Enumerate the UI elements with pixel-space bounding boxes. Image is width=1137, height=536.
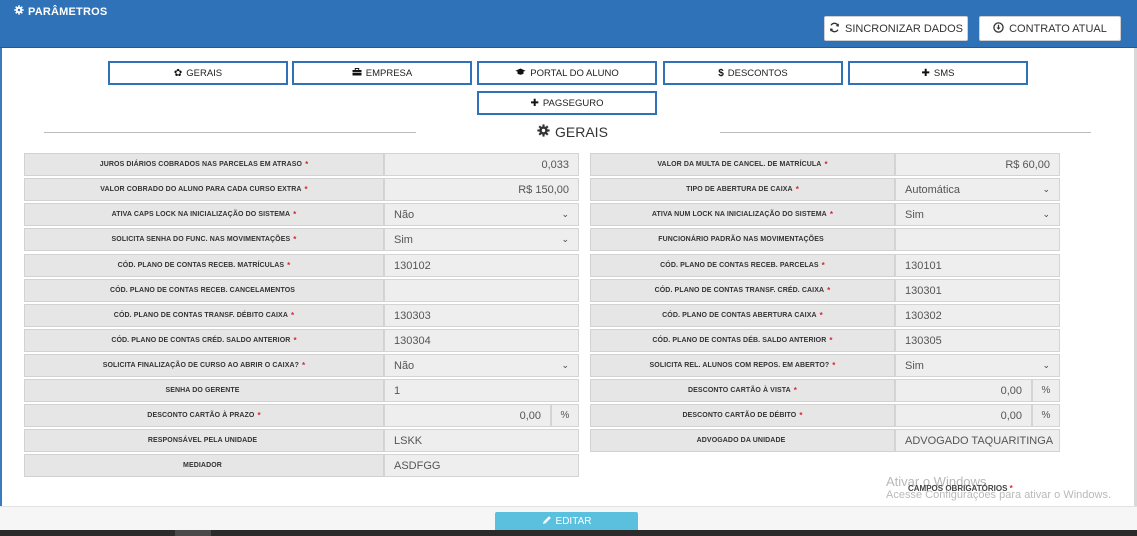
- default-employee-input[interactable]: [895, 228, 1060, 251]
- percent-addon: %: [551, 404, 579, 427]
- course-finalization-select[interactable]: Não ⌄: [384, 354, 579, 377]
- chevron-down-icon: ⌄: [1042, 184, 1050, 194]
- section-divider-right: [720, 132, 1091, 133]
- field-label: VALOR DA MULTA DE CANCEL. DE MATRÍCULA *: [590, 153, 895, 176]
- tab-label: GERAIS: [186, 67, 223, 79]
- frame-edge-left: [0, 48, 2, 506]
- cancellation-account-code-input[interactable]: [384, 279, 579, 302]
- current-contract-label: CONTRATO ATUAL: [1009, 22, 1107, 35]
- tab-portal-do-aluno[interactable]: PORTAL DO ALUNO: [477, 61, 657, 85]
- employee-password-select[interactable]: Sim ⌄: [384, 228, 579, 251]
- header-bar: PARÂMETROS SINCRONIZAR DADOS CONTRATO AT…: [0, 0, 1137, 48]
- section-title-text: GERAIS: [555, 124, 608, 140]
- briefcase-icon: [352, 67, 362, 79]
- debit-card-discount-input[interactable]: 0,00: [895, 404, 1032, 427]
- tab-descontos[interactable]: $ DESCONTOS: [663, 61, 843, 85]
- dollar-icon: $: [718, 67, 724, 79]
- plus-icon: ✚: [530, 97, 539, 109]
- previous-debit-account-code-input[interactable]: 130305: [895, 329, 1060, 352]
- gear-icon: ✿: [173, 67, 183, 79]
- percent-addon: %: [1032, 404, 1060, 427]
- field-label: DESCONTO CARTÃO DE DÉBITO *: [590, 404, 895, 427]
- chevron-down-icon: ⌄: [561, 209, 569, 219]
- cash-card-discount-input[interactable]: 0,00: [895, 379, 1032, 402]
- field-label: CÓD. PLANO DE CONTAS RECEB. CANCELAMENTO…: [24, 279, 384, 302]
- tab-label: PAGSEGURO: [542, 97, 604, 109]
- tab-label: PORTAL DO ALUNO: [530, 67, 619, 79]
- chevron-down-icon: ⌄: [1042, 209, 1050, 219]
- field-label: CÓD. PLANO DE CONTAS DÉB. SALDO ANTERIOR…: [590, 329, 895, 352]
- chevron-down-icon: ⌄: [561, 234, 569, 244]
- section-title: GERAIS: [537, 124, 608, 140]
- percent-addon: %: [1032, 379, 1060, 402]
- field-label: SOLICITA FINALIZAÇÃO DE CURSO AO ABRIR O…: [24, 354, 384, 377]
- windows-activation-watermark-text: Acesse Configurações para ativar o Windo…: [886, 489, 1111, 501]
- daily-interest-input[interactable]: 0,033: [384, 153, 579, 176]
- page-title: PARÂMETROS: [14, 5, 107, 18]
- cash-opening-type-select[interactable]: Automática ⌄: [895, 178, 1060, 201]
- tab-empresa[interactable]: EMPRESA: [292, 61, 472, 85]
- sync-data-label: SINCRONIZAR DADOS: [845, 22, 963, 35]
- tab-sms[interactable]: ✚ SMS: [848, 61, 1028, 85]
- installments-account-code-input[interactable]: 130101: [895, 254, 1060, 277]
- field-label: CÓD. PLANO DE CONTAS RECEB. PARCELAS *: [590, 254, 895, 277]
- gear-icon: [14, 5, 24, 18]
- refresh-icon: [829, 22, 840, 36]
- field-label: CÓD. PLANO DE CONTAS ABERTURA CAIXA *: [590, 304, 895, 327]
- num-lock-select[interactable]: Sim ⌄: [895, 203, 1060, 226]
- tab-label: SMS: [933, 67, 955, 79]
- extra-course-fee-input[interactable]: R$ 150,00: [384, 178, 579, 201]
- chevron-down-icon: ⌄: [561, 360, 569, 370]
- chevron-down-icon: ⌄: [1042, 360, 1050, 370]
- debit-transfer-account-code-input[interactable]: 130303: [384, 304, 579, 327]
- enrollment-account-code-input[interactable]: 130102: [384, 254, 579, 277]
- tab-label: EMPRESA: [365, 67, 413, 79]
- current-contract-button[interactable]: CONTRATO ATUAL: [979, 16, 1121, 41]
- field-label: CÓD. PLANO DE CONTAS TRANSF. DÉBITO CAIX…: [24, 304, 384, 327]
- field-label: ATIVA NUM LOCK NA INICIALIZAÇÃO DO SISTE…: [590, 203, 895, 226]
- credit-transfer-account-code-input[interactable]: 130301: [895, 279, 1060, 302]
- tab-label: DESCONTOS: [727, 67, 788, 79]
- tab-pagseguro[interactable]: ✚ PAGSEGURO: [477, 91, 657, 115]
- field-label: FUNCIONÁRIO PADRÃO NAS MOVIMENTAÇÕES: [590, 228, 895, 251]
- caps-lock-select[interactable]: Não ⌄: [384, 203, 579, 226]
- field-label: JUROS DIÁRIOS COBRADOS NAS PARCELAS EM A…: [24, 153, 384, 176]
- field-label: CÓD. PLANO DE CONTAS CRÉD. SALDO ANTERIO…: [24, 329, 384, 352]
- os-taskbar: [0, 530, 1137, 536]
- field-label: SOLICITA REL. ALUNOS COM REPOS. EM ABERT…: [590, 354, 895, 377]
- replacement-report-select[interactable]: Sim ⌄: [895, 354, 1060, 377]
- plus-icon: ✚: [921, 67, 930, 79]
- previous-credit-account-code-input[interactable]: 130304: [384, 329, 579, 352]
- page-title-text: PARÂMETROS: [28, 5, 108, 18]
- taskbar-item[interactable]: [175, 530, 211, 536]
- cancellation-fee-input[interactable]: R$ 60,00: [895, 153, 1060, 176]
- cash-opening-account-code-input[interactable]: 130302: [895, 304, 1060, 327]
- field-label: DESCONTO CARTÃO À VISTA *: [590, 379, 895, 402]
- field-label: RESPONSÁVEL PELA UNIDADE: [24, 429, 384, 452]
- field-label: VALOR COBRADO DO ALUNO PARA CADA CURSO E…: [24, 178, 384, 201]
- download-circle-icon: [993, 21, 1004, 36]
- tab-gerais[interactable]: ✿ GERAIS: [108, 61, 288, 85]
- field-label: MEDIADOR: [24, 454, 384, 477]
- unit-responsible-input[interactable]: LSKK: [384, 429, 579, 452]
- manager-password-input[interactable]: 1: [384, 379, 579, 402]
- field-label: TIPO DE ABERTURA DE CAIXA *: [590, 178, 895, 201]
- edit-label: EDITAR: [555, 515, 592, 527]
- installment-card-discount-input[interactable]: 0,00: [384, 404, 551, 427]
- section-divider-left: [44, 132, 416, 133]
- field-label: ADVOGADO DA UNIDADE: [590, 429, 895, 452]
- pencil-icon: [542, 515, 552, 528]
- sync-data-button[interactable]: SINCRONIZAR DADOS: [824, 16, 968, 41]
- field-label: SOLICITA SENHA DO FUNC. NAS MOVIMENTAÇÕE…: [24, 228, 384, 251]
- field-label: SENHA DO GERENTE: [24, 379, 384, 402]
- graduation-cap-icon: [515, 68, 526, 79]
- field-label: ATIVA CAPS LOCK NA INICIALIZAÇÃO DO SIST…: [24, 203, 384, 226]
- field-label: CÓD. PLANO DE CONTAS TRANSF. CRÉD. CAIXA…: [590, 279, 895, 302]
- field-label: CÓD. PLANO DE CONTAS RECEB. MATRÍCULAS *: [24, 254, 384, 277]
- field-label: DESCONTO CARTÃO À PRAZO *: [24, 404, 384, 427]
- mediator-input[interactable]: ASDFGG: [384, 454, 579, 477]
- edit-button[interactable]: EDITAR: [495, 512, 638, 530]
- unit-lawyer-input[interactable]: ADVOGADO TAQUARITINGA: [895, 429, 1060, 452]
- gear-icon: [537, 124, 550, 140]
